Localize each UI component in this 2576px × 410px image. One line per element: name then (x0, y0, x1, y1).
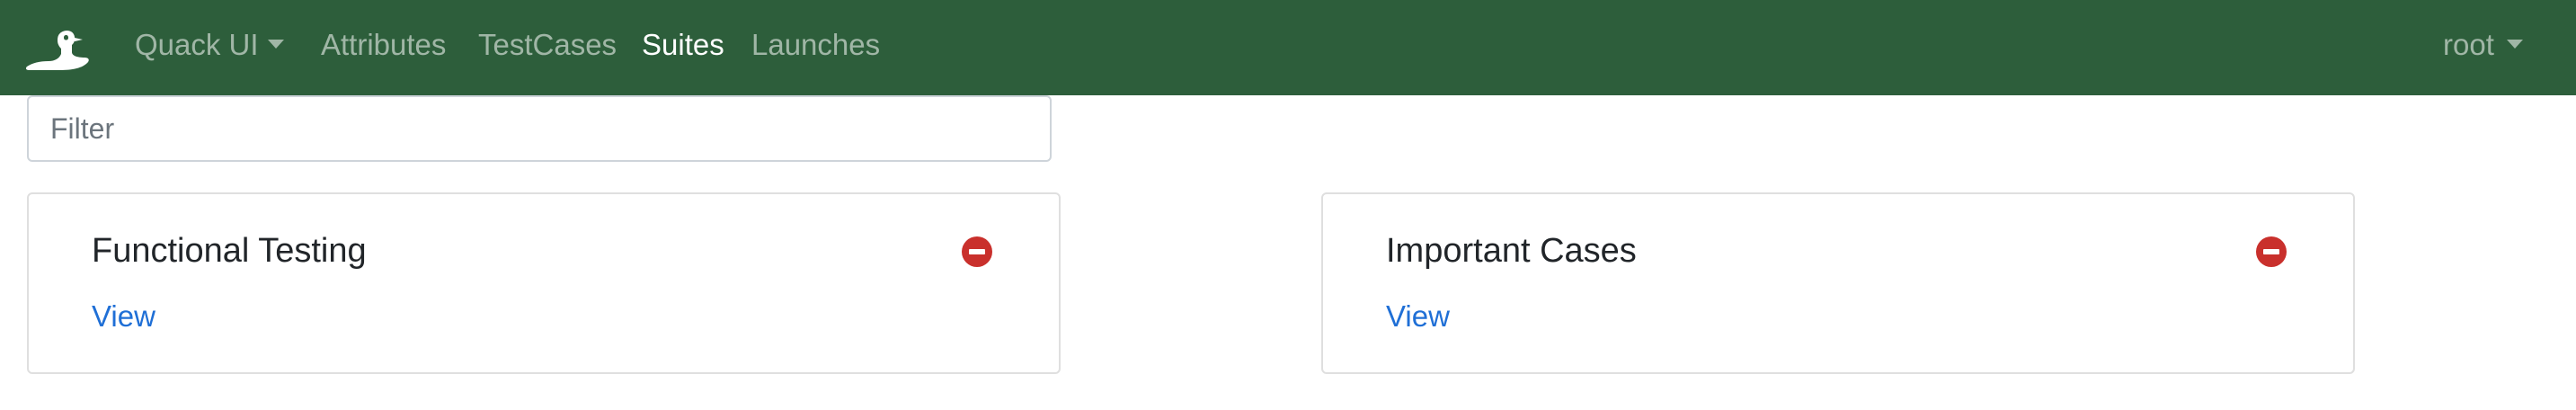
suite-title: Functional Testing (92, 232, 367, 270)
suite-title: Important Cases (1386, 232, 1637, 270)
duck-logo-icon[interactable] (25, 29, 90, 70)
filter-input[interactable] (27, 95, 1052, 162)
suite-card: Functional Testing View (27, 192, 1061, 374)
nav-link-attributes[interactable]: Attributes (321, 27, 446, 63)
caret-down-icon (267, 40, 284, 49)
remove-circle-icon[interactable] (2256, 236, 2287, 267)
brand-dropdown[interactable]: Quack UI (135, 27, 284, 63)
nav-link-launches[interactable]: Launches (751, 27, 880, 63)
brand-label: Quack UI (135, 28, 259, 61)
nav-link-suites[interactable]: Suites (642, 27, 724, 63)
top-navbar: Quack UI Attributes TestCases Suites Lau… (0, 0, 2576, 95)
remove-circle-icon[interactable] (962, 236, 992, 267)
suite-card: Important Cases View (1321, 192, 2355, 374)
caret-down-icon (2506, 40, 2523, 49)
nav-link-testcases[interactable]: TestCases (478, 27, 617, 63)
suite-view-link[interactable]: View (1386, 299, 1450, 334)
user-dropdown[interactable]: root (2443, 27, 2523, 63)
user-label: root (2443, 28, 2494, 61)
suite-view-link[interactable]: View (92, 299, 155, 334)
